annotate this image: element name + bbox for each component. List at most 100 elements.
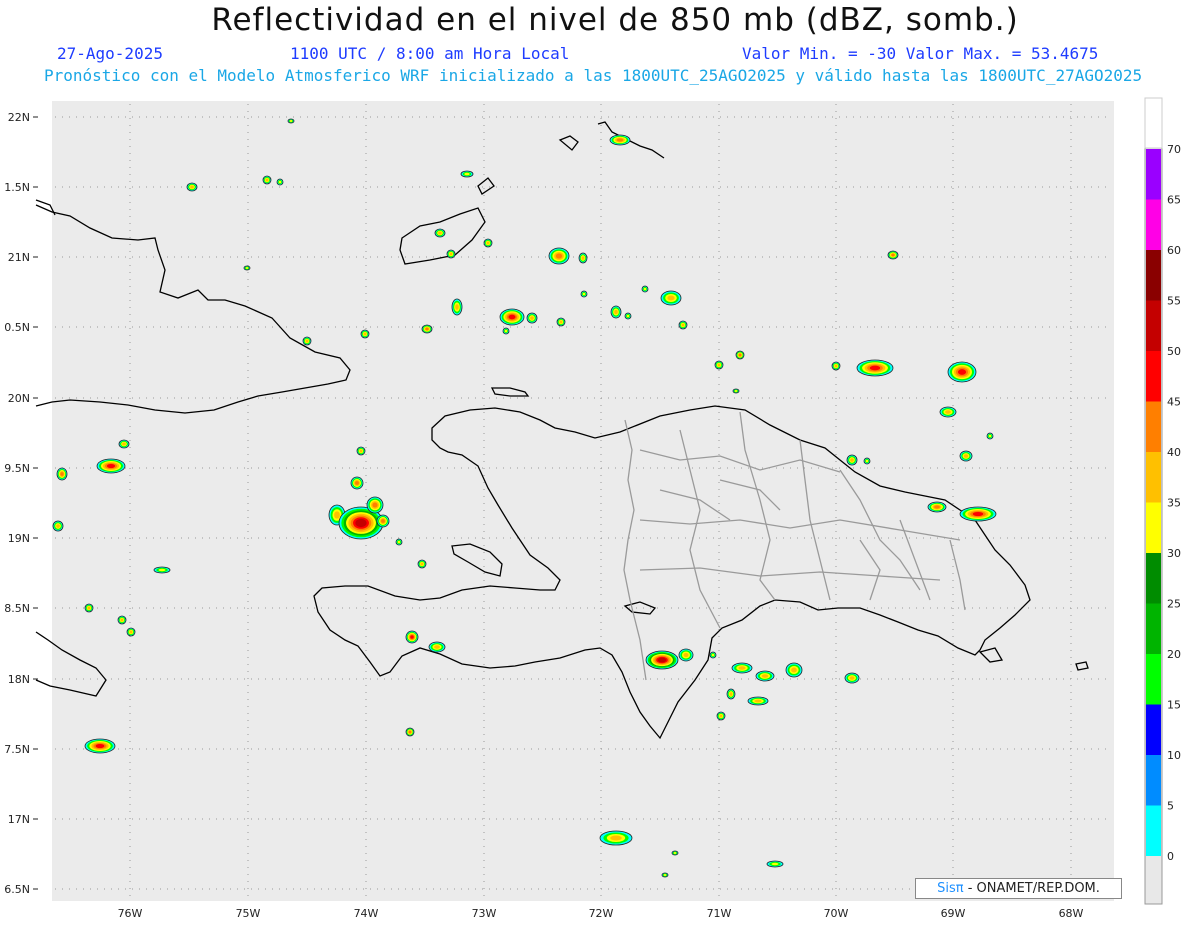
echo-cell [118, 439, 130, 449]
colorbar-label: 45 [1167, 396, 1181, 409]
echo-cell [766, 860, 784, 868]
echo-cell [578, 252, 588, 264]
colorbar-band [1146, 149, 1161, 200]
credit-box: Sisπ - ONAMET/REP.DOM. [915, 878, 1122, 899]
colorbar-band [1146, 300, 1161, 351]
echo-cell [678, 320, 688, 330]
echo-cell [716, 711, 726, 721]
colorbar-label: 35 [1167, 497, 1181, 510]
echo-cell [526, 312, 538, 324]
echo-cell [947, 361, 977, 383]
longitude-label: 74W [354, 907, 379, 920]
echo-cell [153, 566, 171, 574]
echo-cell [287, 118, 295, 124]
echo-contour [449, 252, 453, 256]
echo-contour [849, 676, 855, 680]
echo-contour [122, 442, 126, 446]
longitude-label: 73W [472, 907, 497, 920]
echo-contour [643, 287, 647, 291]
sispi-logo: Sisπ [937, 881, 964, 896]
echo-cell [556, 317, 566, 327]
echo-cell [755, 670, 775, 682]
echo-cell [645, 650, 679, 670]
echo-contour [581, 256, 585, 260]
echo-contour [355, 481, 359, 485]
echo-cell [262, 175, 272, 185]
echo-contour [289, 120, 293, 122]
colorbar-band [1146, 704, 1161, 755]
echo-contour [434, 645, 440, 649]
longitude-label: 75W [236, 907, 261, 920]
echo-contour [719, 714, 723, 718]
echo-cell [580, 290, 588, 298]
echo-contour [95, 743, 105, 749]
latitude-label: 0.5N [4, 321, 30, 334]
echo-cell [671, 850, 679, 856]
echo-contour [869, 365, 881, 371]
echo-cell [856, 359, 894, 377]
echo-cell [709, 651, 717, 659]
echo-contour [738, 353, 742, 357]
echo-contour [834, 364, 838, 368]
echo-contour [120, 618, 124, 622]
echo-contour [158, 568, 166, 572]
echo-cell [986, 432, 994, 440]
echo-cell [831, 361, 841, 371]
echo-cell [747, 696, 769, 706]
latitude-label: 22N [8, 111, 30, 124]
echo-contour [355, 518, 367, 528]
echo-cell [421, 324, 433, 334]
echo-cell [959, 506, 997, 522]
echo-cell [186, 182, 198, 192]
echo-contour [359, 449, 363, 453]
latitude-label: 19N [8, 532, 30, 545]
echo-cell [661, 872, 669, 878]
echo-cell [350, 476, 364, 490]
colorbar-label: 25 [1167, 598, 1181, 611]
echo-cell [610, 305, 622, 319]
echo-contour [667, 295, 675, 301]
echo-cell [96, 458, 126, 474]
echo-cell [276, 178, 284, 186]
echo-cell [660, 290, 682, 306]
echo-contour [334, 511, 340, 519]
echo-contour [408, 730, 412, 734]
colorbar-band [1146, 603, 1161, 654]
echo-contour [278, 180, 282, 184]
echo-cell [846, 454, 858, 466]
colorbar-label: 20 [1167, 648, 1181, 661]
echo-cell [52, 520, 64, 532]
latitude-label: 1.5N [4, 181, 30, 194]
echo-cell [785, 662, 803, 678]
echo-cell [548, 247, 570, 265]
colorbar-top [1144, 97, 1163, 149]
echo-contour [56, 524, 60, 528]
echo-cell [117, 615, 127, 625]
echo-contour [582, 292, 586, 296]
echo-contour [464, 172, 470, 176]
latitude-label: 6.5N [4, 883, 30, 896]
echo-cell [678, 648, 694, 662]
echo-cell [641, 285, 649, 293]
latitude-label: 7.5N [4, 743, 30, 756]
echo-cell [844, 672, 860, 684]
colorbar-band [1146, 351, 1161, 402]
colorbar-band [1146, 250, 1161, 301]
echo-contour [381, 519, 385, 523]
colorbar-band [1146, 199, 1161, 250]
echo-contour [555, 253, 563, 259]
colorbar-label: 40 [1167, 446, 1181, 459]
colorbar-label: 55 [1167, 295, 1181, 308]
echo-cell [499, 308, 525, 326]
latitude-label: 17N [8, 813, 30, 826]
echo-contour [559, 320, 563, 324]
echo-cell [599, 830, 633, 846]
echo-cell [417, 559, 427, 569]
echo-contour [729, 692, 733, 696]
longitude-label: 70W [824, 907, 849, 920]
echo-cell [609, 134, 631, 146]
echo-contour [972, 511, 984, 517]
echo-cell [446, 249, 456, 259]
echo-cell [863, 457, 871, 465]
colorbar-band [1146, 401, 1161, 452]
